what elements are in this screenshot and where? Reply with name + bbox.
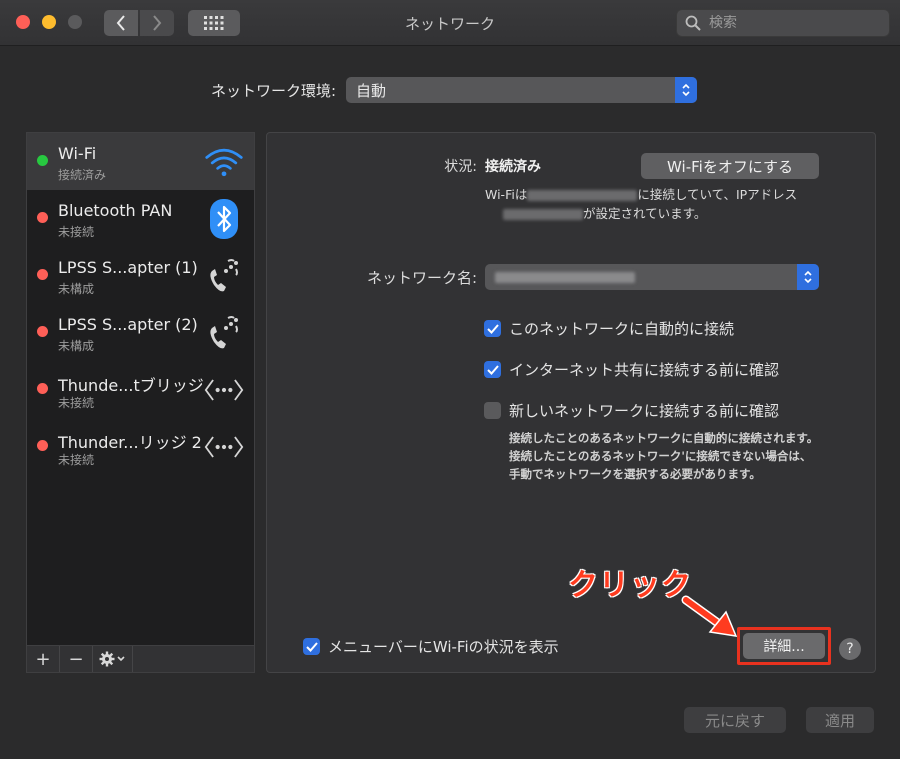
- show-menubar-label: メニューバーにWi-Fiの状況を表示: [328, 638, 559, 656]
- status-dot: [37, 212, 48, 223]
- checkbox-checked-icon[interactable]: [484, 320, 501, 337]
- service-status: 接続済み: [58, 168, 107, 182]
- wifi-off-button[interactable]: Wi-Fiをオフにする: [641, 153, 819, 179]
- service-item-lpss-1[interactable]: LPSS S...apter (1) 未構成: [27, 247, 254, 304]
- service-status: 未接続: [58, 396, 95, 410]
- status-label: 状況:: [444, 159, 477, 175]
- status-value: 接続済み: [485, 159, 541, 175]
- bridge-icon: [204, 428, 244, 466]
- wifi-icon: [204, 143, 244, 181]
- service-name: LPSS S...apter (2): [58, 315, 198, 334]
- network-name-label: ネットワーク名:: [366, 269, 477, 287]
- revert-button[interactable]: 元に戻す: [684, 707, 786, 733]
- help-button[interactable]: ?: [839, 638, 861, 660]
- status-dot: [37, 383, 48, 394]
- service-list-toolbar: + −: [26, 646, 255, 673]
- search-field[interactable]: [676, 9, 890, 37]
- location-label: ネットワーク環境:: [210, 82, 336, 100]
- service-item-thunderbolt-bridge-2[interactable]: Thunder...リッジ 2 未接続: [27, 418, 254, 475]
- status-desc-part-1: Wi-Fiは: [485, 187, 528, 202]
- action-menu-button[interactable]: [93, 646, 133, 672]
- service-status: 未接続: [58, 453, 95, 467]
- ask-hotspot-label: インターネット共有に接続する前に確認: [509, 361, 780, 379]
- gear-icon: [99, 651, 125, 667]
- show-menubar-checkbox-row[interactable]: メニューバーにWi-Fiの状況を表示: [303, 636, 559, 657]
- redacted-network-name: [495, 271, 635, 283]
- bluetooth-icon: [204, 199, 244, 239]
- phone-icon: [204, 314, 244, 352]
- status-dot: [37, 269, 48, 280]
- service-status: 未構成: [58, 282, 95, 296]
- search-icon: [685, 15, 701, 31]
- title-bar: ネットワーク: [0, 0, 900, 46]
- service-status: 未接続: [58, 225, 95, 239]
- service-name: Thunde...tブリッジ: [58, 376, 204, 395]
- auto-join-label: このネットワークに自動的に接続: [509, 320, 735, 338]
- service-item-thunderbolt-bridge[interactable]: Thunde...tブリッジ 未接続: [27, 361, 254, 418]
- phone-icon: [204, 257, 244, 295]
- status-dot: [37, 440, 48, 451]
- arrow-icon: [681, 595, 738, 637]
- ask-new-network-label: 新しいネットワークに接続する前に確認: [509, 402, 780, 420]
- location-value: 自動: [356, 81, 387, 100]
- service-name: Wi-Fi: [58, 144, 97, 163]
- annotation-label: クリック: [568, 568, 692, 603]
- add-service-button[interactable]: +: [27, 646, 60, 672]
- ask-new-network-note: 接続したことのあるネットワークに自動的に接続されます。接続したことのあるネットワ…: [509, 431, 819, 481]
- remove-service-button[interactable]: −: [60, 646, 93, 672]
- service-item-wifi[interactable]: Wi-Fi 接続済み: [27, 133, 254, 190]
- status-dot: [37, 155, 48, 166]
- checkbox-checked-icon[interactable]: [484, 361, 501, 378]
- network-name-select[interactable]: [485, 264, 819, 290]
- service-item-lpss-2[interactable]: LPSS S...apter (2) 未構成: [27, 304, 254, 361]
- status-dot: [37, 326, 48, 337]
- redacted-network-name: [527, 190, 638, 201]
- service-name: Bluetooth PAN: [58, 201, 173, 220]
- service-name: Thunder...リッジ 2: [58, 433, 202, 452]
- redacted-ip-address: [503, 209, 583, 220]
- location-select[interactable]: 自動: [346, 77, 697, 103]
- updown-chevron-icon: [797, 264, 819, 290]
- status-desc-part-2: に接続していて、IPアドレス: [637, 187, 798, 202]
- checkbox-unchecked-icon[interactable]: [484, 402, 501, 419]
- service-item-bluetooth[interactable]: Bluetooth PAN 未接続: [27, 190, 254, 247]
- ask-hotspot-checkbox-row[interactable]: インターネット共有に接続する前に確認: [484, 359, 779, 380]
- service-name: LPSS S...apter (1): [58, 258, 198, 277]
- checkbox-checked-icon[interactable]: [303, 638, 320, 655]
- service-list[interactable]: Wi-Fi 接続済み Bluetooth PAN 未接続 LPSS S...ap…: [26, 132, 255, 646]
- advanced-button[interactable]: 詳細...: [743, 633, 825, 659]
- service-status: 未構成: [58, 339, 95, 353]
- status-desc-part-3: が設定されています。: [583, 206, 707, 221]
- ask-new-network-checkbox-row[interactable]: 新しいネットワークに接続する前に確認: [484, 400, 779, 421]
- status-description: Wi-Fiは に接続していて、IPアドレス が設定されています。: [485, 185, 825, 223]
- bridge-icon: [204, 371, 244, 409]
- apply-button[interactable]: 適用: [806, 707, 874, 733]
- search-input[interactable]: [709, 15, 879, 31]
- updown-chevron-icon: [675, 77, 697, 103]
- auto-join-checkbox-row[interactable]: このネットワークに自動的に接続: [484, 318, 734, 339]
